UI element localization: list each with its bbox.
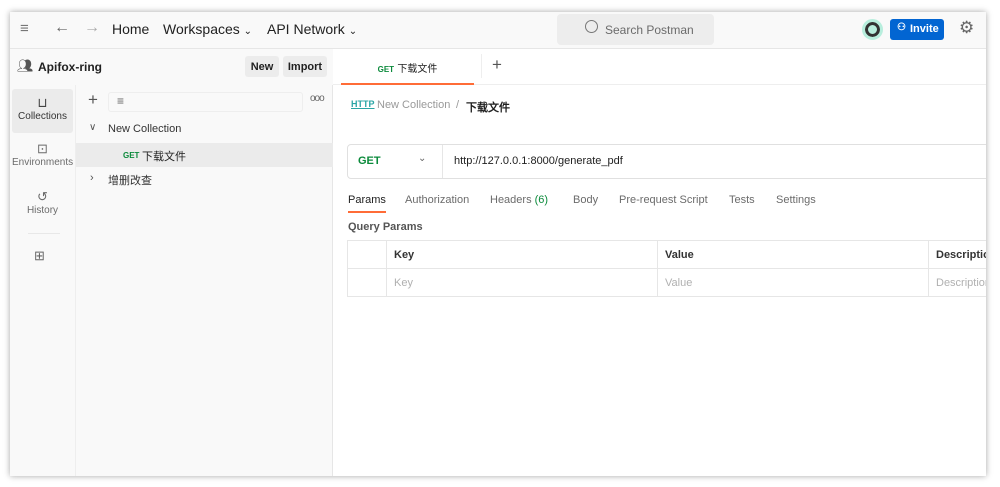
row-checkbox[interactable] bbox=[347, 268, 387, 297]
key-input[interactable]: Key bbox=[386, 268, 658, 297]
divider bbox=[28, 233, 60, 234]
more-options-icon[interactable]: ooo bbox=[310, 93, 325, 104]
workspaces-menu[interactable]: Workspaces ⌄ bbox=[163, 21, 252, 37]
search-input[interactable]: Search Postman bbox=[557, 14, 714, 45]
headers-count: (6) bbox=[534, 194, 549, 206]
add-apps-icon[interactable]: ⊞ bbox=[34, 248, 45, 264]
tab-headers[interactable]: Headers (6) bbox=[490, 194, 548, 206]
method-badge: GET bbox=[123, 151, 140, 160]
sidebar-rail: ⊔ Collections ⊡ Environments ↺ History ⊞ bbox=[10, 85, 76, 476]
search-icon bbox=[585, 20, 598, 33]
filter-input[interactable]: ≡ bbox=[108, 92, 303, 112]
rail-label: History bbox=[26, 205, 59, 216]
sidebar-item-history[interactable]: ↺ History bbox=[12, 189, 73, 216]
sidebar-item-collections[interactable]: ⊔ Collections bbox=[12, 89, 73, 133]
avatar[interactable] bbox=[862, 19, 883, 40]
tab-label: 下载文件 bbox=[397, 64, 438, 75]
table-header-row: Key Value Description bbox=[347, 240, 986, 269]
workspace-header: 👥︎ Apifox-ring New Import bbox=[10, 49, 333, 85]
invite-button[interactable]: ⚇ Invite bbox=[890, 19, 944, 40]
method-select[interactable]: GET ⌄ bbox=[348, 145, 443, 178]
method-badge: GET bbox=[377, 65, 395, 74]
import-button[interactable]: Import bbox=[283, 56, 327, 77]
tab-authorization[interactable]: Authorization bbox=[405, 194, 469, 206]
column-value: Value bbox=[657, 240, 929, 269]
new-tab-icon[interactable]: + bbox=[492, 55, 502, 75]
table-row: Key Value Description bbox=[347, 268, 986, 297]
checkbox-column bbox=[347, 240, 387, 269]
collection-name: New Collection bbox=[108, 123, 182, 135]
tab-request[interactable]: GET 下载文件 bbox=[341, 49, 474, 85]
url-input[interactable]: http://127.0.0.1:8000/generate_pdf bbox=[454, 155, 623, 167]
tab-pre-request-script[interactable]: Pre-request Script bbox=[619, 194, 708, 206]
menu-icon[interactable]: ≡ bbox=[20, 20, 29, 37]
column-key: Key bbox=[386, 240, 658, 269]
breadcrumb-collection[interactable]: New Collection bbox=[377, 99, 450, 111]
chevron-down-icon: ⌄ bbox=[348, 26, 358, 37]
chevron-down-icon: ⌄ bbox=[418, 153, 427, 164]
value-input[interactable]: Value bbox=[657, 268, 929, 297]
api-network-menu[interactable]: API Network ⌄ bbox=[267, 21, 357, 37]
url-bar: GET ⌄ http://127.0.0.1:8000/generate_pdf bbox=[347, 144, 986, 179]
tab-settings[interactable]: Settings bbox=[776, 194, 816, 206]
rail-label: Collections bbox=[18, 111, 67, 122]
team-icon: 👥︎ bbox=[17, 58, 34, 73]
add-user-icon: ⚇ bbox=[897, 22, 906, 33]
description-input[interactable]: Description bbox=[928, 268, 986, 297]
environments-icon: ⊡ bbox=[37, 141, 48, 156]
tab-body[interactable]: Body bbox=[573, 194, 598, 206]
method-value: GET bbox=[358, 155, 381, 167]
chevron-right-icon: › bbox=[90, 172, 94, 184]
tab-params[interactable]: Params bbox=[348, 194, 386, 213]
request-name: 下载文件 bbox=[142, 151, 186, 163]
search-placeholder: Search Postman bbox=[605, 23, 694, 37]
rail-label: Environments bbox=[12, 157, 74, 168]
workspace-name: Apifox-ring bbox=[38, 60, 102, 74]
folder-name: 增删改查 bbox=[108, 175, 152, 187]
tree-item-collection[interactable]: ∨ New Collection bbox=[76, 119, 333, 141]
forward-icon[interactable]: → bbox=[84, 19, 100, 37]
history-icon: ↺ bbox=[37, 189, 48, 204]
column-description: Description bbox=[928, 240, 986, 269]
tab-tests[interactable]: Tests bbox=[729, 194, 755, 206]
sidebar-item-environments[interactable]: ⊡ Environments bbox=[12, 141, 73, 168]
invite-label: Invite bbox=[910, 23, 939, 35]
filter-icon: ≡ bbox=[117, 94, 125, 108]
new-button[interactable]: New bbox=[245, 56, 279, 77]
chevron-down-icon: ⌄ bbox=[243, 26, 253, 37]
tree-item-folder[interactable]: › 增删改查 bbox=[76, 169, 333, 191]
chevron-down-icon: ∨ bbox=[89, 122, 97, 133]
divider bbox=[481, 54, 482, 78]
tab-bar: GET 下载文件 + bbox=[333, 49, 986, 85]
postman-window: ≡ ← → Home Workspaces ⌄ API Network ⌄ Se… bbox=[10, 12, 986, 476]
query-params-title: Query Params bbox=[348, 221, 423, 233]
add-collection-icon[interactable]: + bbox=[88, 90, 98, 110]
collections-panel: + ≡ ooo ∨ New Collection GET 下载文件 › 增删改查 bbox=[76, 85, 333, 476]
breadcrumb-separator: / bbox=[456, 99, 460, 111]
collections-icon: ⊔ bbox=[37, 95, 48, 110]
workspaces-label: Workspaces bbox=[163, 21, 240, 37]
request-editor: GET 下载文件 + HTTP New Collection / 下载文件 GE… bbox=[333, 49, 986, 476]
top-bar: ≡ ← → Home Workspaces ⌄ API Network ⌄ Se… bbox=[10, 12, 986, 49]
tab-label: Headers bbox=[490, 194, 532, 206]
params-table: Key Value Description Key Value Descript… bbox=[347, 240, 986, 297]
gear-icon[interactable]: ⚙ bbox=[959, 18, 974, 38]
tree-item-request[interactable]: GET 下载文件 bbox=[76, 143, 333, 167]
http-icon: HTTP bbox=[351, 99, 375, 109]
back-icon[interactable]: ← bbox=[54, 19, 70, 37]
breadcrumb-request: 下载文件 bbox=[466, 102, 510, 114]
api-network-label: API Network bbox=[267, 21, 345, 37]
home-link[interactable]: Home bbox=[112, 21, 149, 37]
